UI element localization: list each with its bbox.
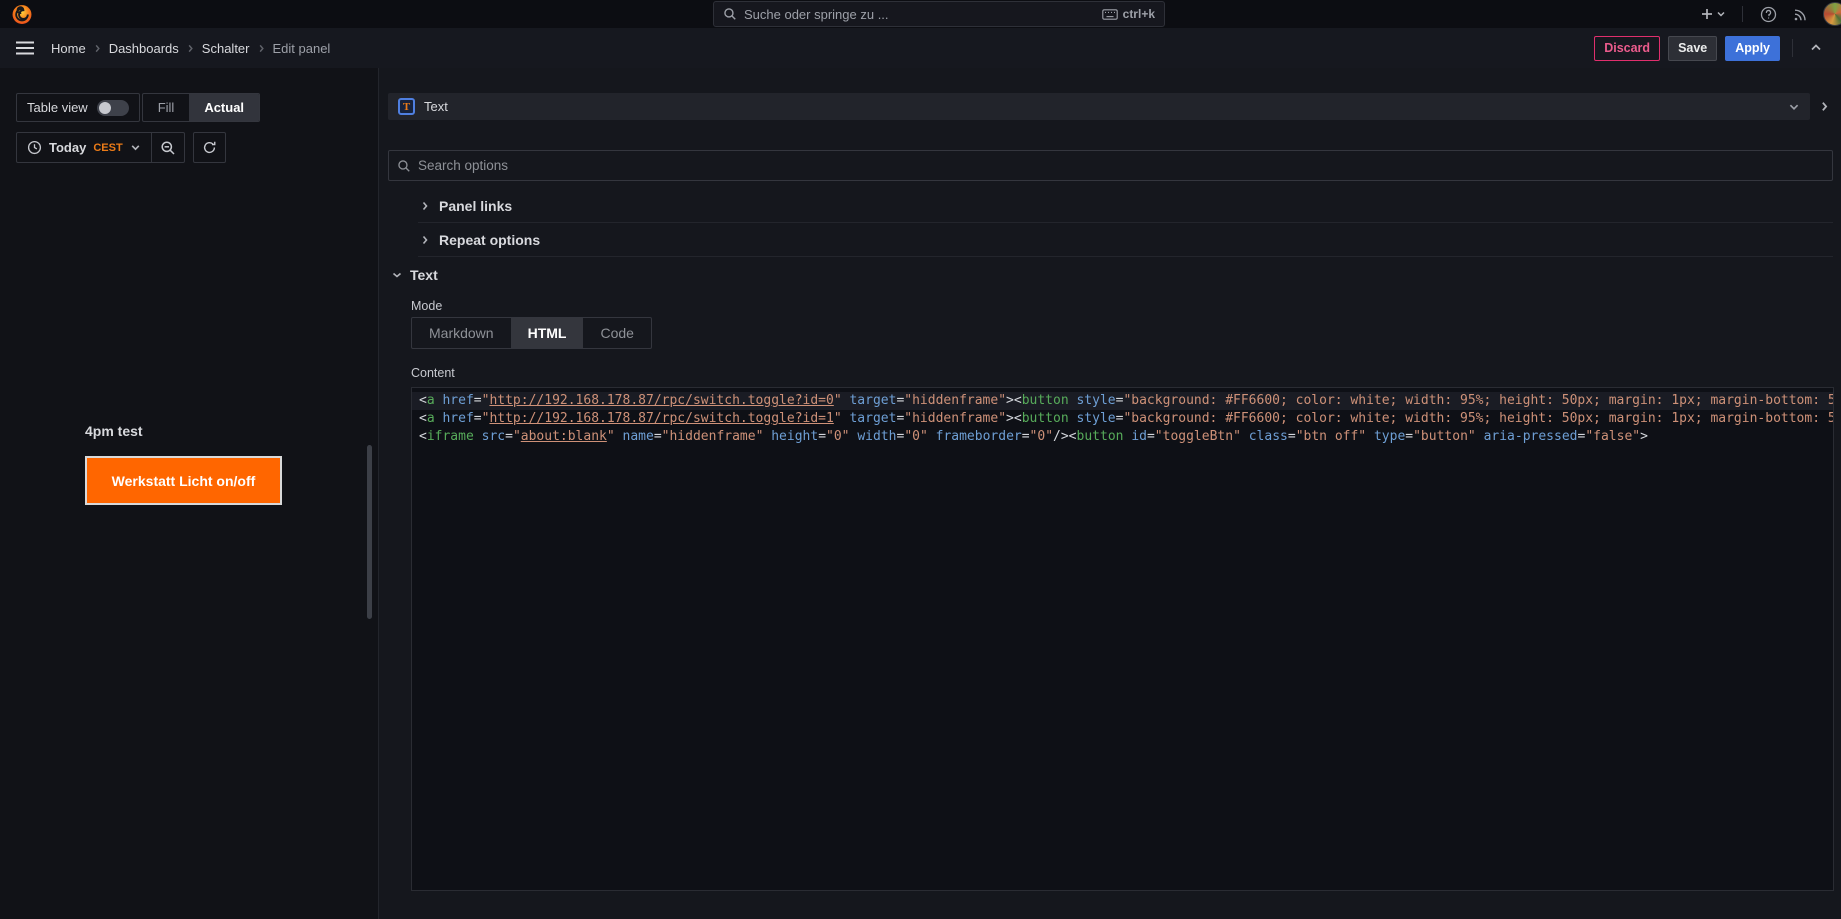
chevron-right-icon <box>93 44 102 53</box>
chevron-right-icon <box>257 44 266 53</box>
search-icon <box>397 159 411 173</box>
save-button[interactable]: Save <box>1668 36 1717 61</box>
table-view-toggle[interactable] <box>97 100 129 116</box>
mode-code[interactable]: Code <box>583 318 650 348</box>
clock-icon <box>27 140 42 155</box>
werkstatt-licht-button[interactable]: Werkstatt Licht on/off <box>85 456 282 505</box>
global-search-field[interactable] <box>744 7 1095 22</box>
global-search-input[interactable]: ctrl+k <box>713 1 1165 27</box>
chevron-down-icon <box>392 270 402 280</box>
left-pane-scrollbar[interactable] <box>367 445 372 619</box>
panel-title: 4pm test <box>85 423 143 439</box>
options-search-field[interactable] <box>418 158 1824 173</box>
grafana-logo[interactable] <box>11 3 33 25</box>
timezone-label: CEST <box>93 142 122 154</box>
plus-icon <box>1700 7 1714 21</box>
news-rss-button[interactable] <box>1787 1 1813 27</box>
actual-option[interactable]: Actual <box>189 94 259 121</box>
code-line[interactable]: <a href="http://192.168.178.87/rpc/switc… <box>412 392 1833 410</box>
panel-type-dropdown[interactable]: T Text <box>388 93 1810 120</box>
panel-type-label: Text <box>424 99 448 114</box>
search-shortcut-label: ctrl+k <box>1123 7 1155 21</box>
code-line[interactable]: <iframe src="about:blank" name="hiddenfr… <box>412 428 1833 446</box>
chevron-right-icon <box>186 44 195 53</box>
section-repeat-options[interactable]: Repeat options <box>388 228 1833 251</box>
chevron-right-icon <box>420 235 430 245</box>
mode-markdown[interactable]: Markdown <box>412 318 511 348</box>
content-field-label: Content <box>411 366 455 380</box>
section-text[interactable]: Text <box>392 267 438 283</box>
code-line[interactable]: <a href="http://192.168.178.87/rpc/switc… <box>412 410 1833 428</box>
section-panel-links[interactable]: Panel links <box>388 194 1833 217</box>
mode-radio-group: Markdown HTML Code <box>411 317 652 349</box>
apply-button[interactable]: Apply <box>1725 36 1780 61</box>
time-range-picker[interactable]: Today CEST <box>16 132 152 163</box>
nav-toolbar: Home Dashboards Schalter Edit panel Disc… <box>0 28 1841 68</box>
refresh-button[interactable] <box>193 132 226 163</box>
breadcrumb-home[interactable]: Home <box>51 41 86 56</box>
chevron-down-icon <box>1788 101 1800 113</box>
mode-html[interactable]: HTML <box>511 318 584 348</box>
panel-options-pane: T Text Panel links Repeat options <box>378 68 1841 919</box>
breadcrumb-dashboard-name[interactable]: Schalter <box>202 41 250 56</box>
table-view-control: Table view <box>16 93 140 122</box>
section-label: Repeat options <box>439 232 540 248</box>
user-avatar[interactable] <box>1823 2 1841 26</box>
keyboard-icon <box>1102 9 1118 20</box>
help-button[interactable] <box>1755 1 1781 27</box>
breadcrumb: Home Dashboards Schalter Edit panel <box>51 41 330 56</box>
section-divider <box>418 256 1833 257</box>
chevron-right-icon <box>420 201 430 211</box>
search-icon <box>723 7 737 21</box>
breadcrumb-dashboards[interactable]: Dashboards <box>109 41 179 56</box>
mode-field-label: Mode <box>411 299 442 313</box>
chevron-down-icon <box>1716 9 1726 19</box>
content-code-editor[interactable]: <a href="http://192.168.178.87/rpc/switc… <box>411 387 1834 891</box>
menu-icon[interactable] <box>14 37 36 59</box>
collapse-options-icon[interactable] <box>1814 96 1834 116</box>
new-menu-button[interactable] <box>1696 7 1730 21</box>
section-title: Text <box>410 267 438 283</box>
nav-divider <box>1792 39 1793 57</box>
section-divider <box>418 222 1833 223</box>
search-shortcut: ctrl+k <box>1102 7 1155 21</box>
table-view-label: Table view <box>27 100 88 115</box>
fill-option[interactable]: Fill <box>143 94 190 121</box>
topbar-divider <box>1742 6 1743 22</box>
fill-actual-group: Fill Actual <box>142 93 260 122</box>
time-range-label: Today <box>49 140 86 155</box>
options-search[interactable] <box>388 150 1833 181</box>
chevron-down-icon <box>130 142 141 153</box>
zoom-out-button[interactable] <box>152 132 185 163</box>
section-label: Panel links <box>439 198 512 214</box>
text-panel-icon: T <box>398 98 415 115</box>
discard-button[interactable]: Discard <box>1594 36 1660 61</box>
chevron-up-icon[interactable] <box>1805 37 1827 59</box>
top-bar: ctrl+k <box>0 0 1841 28</box>
breadcrumb-edit-panel: Edit panel <box>273 41 331 56</box>
panel-preview-pane: Table view Fill Actual Today CEST <box>0 68 377 919</box>
code-editor-lines: <a href="http://192.168.178.87/rpc/switc… <box>412 392 1833 446</box>
